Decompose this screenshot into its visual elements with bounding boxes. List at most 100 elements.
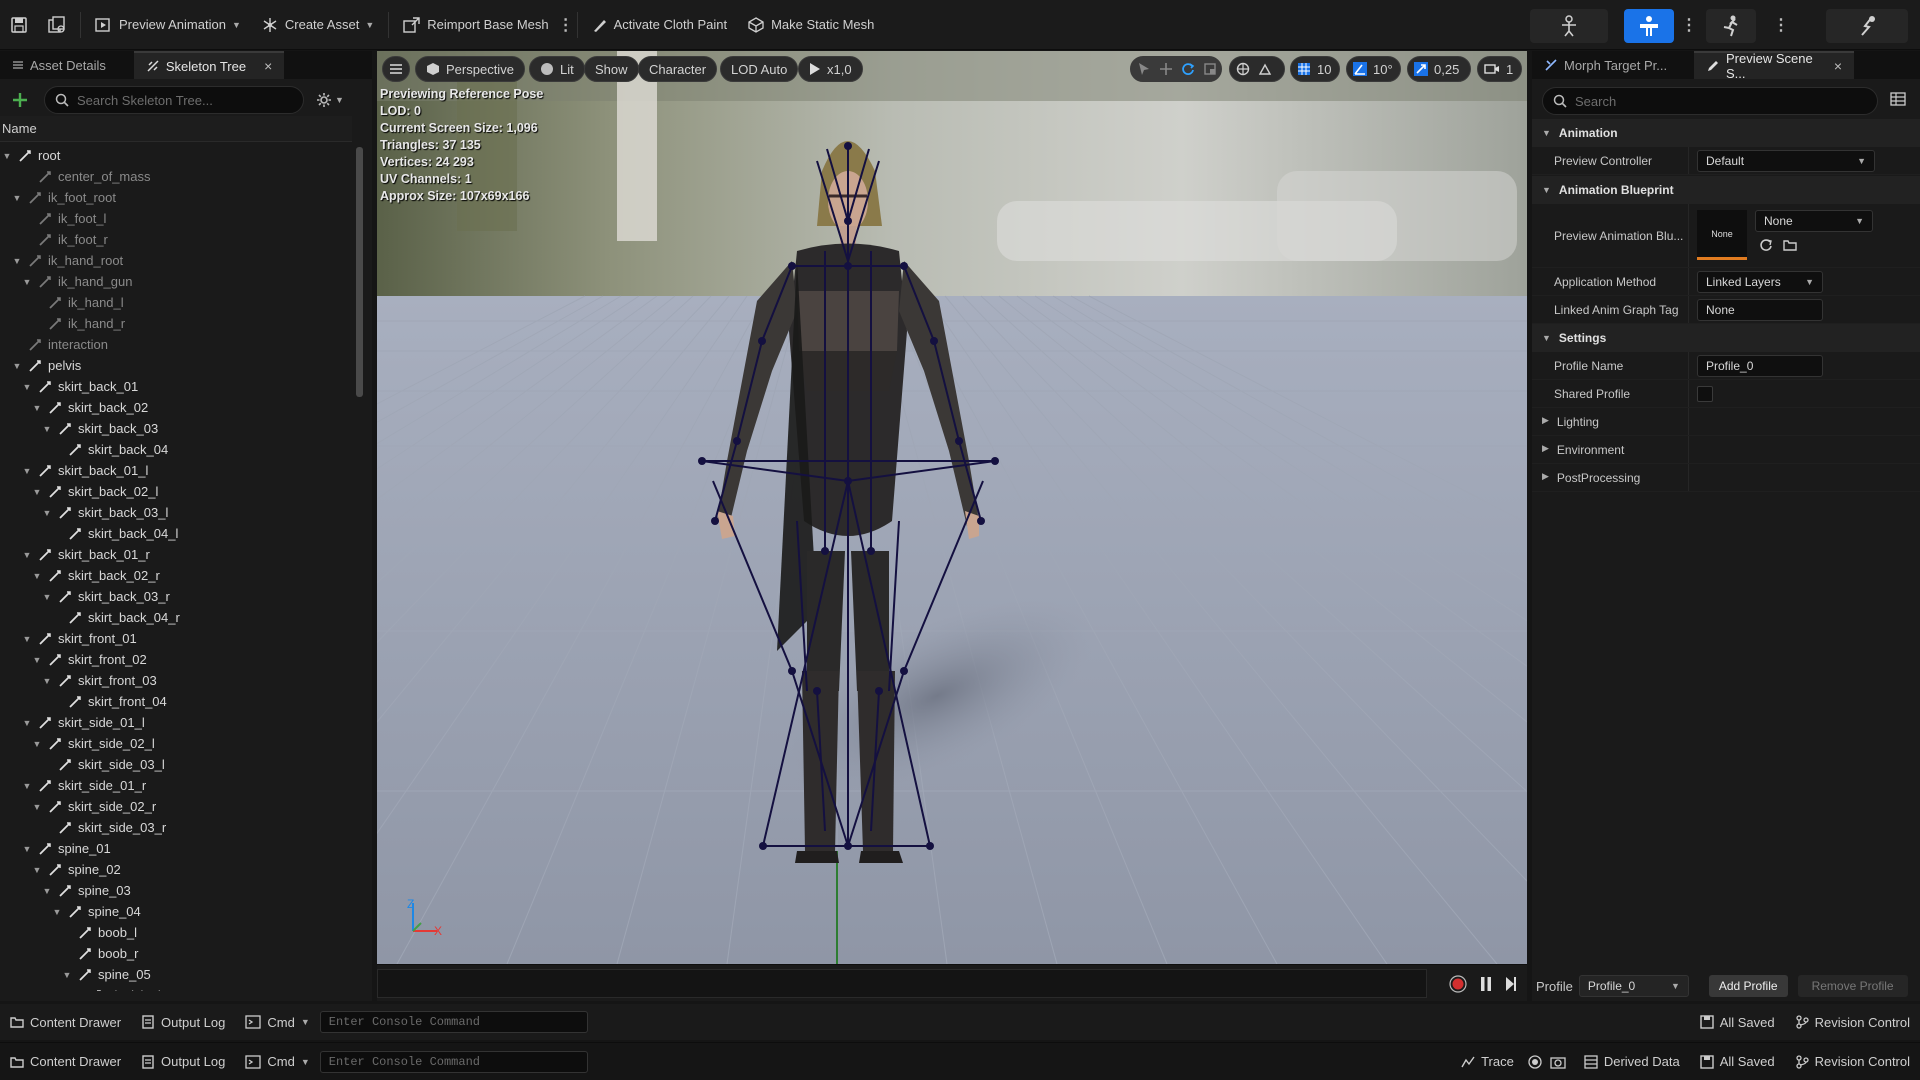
expander-arrow-icon[interactable]: ▼ <box>42 676 52 686</box>
content-drawer-button[interactable]: Content Drawer <box>0 1004 131 1040</box>
more-options-icon[interactable]: ⋮ <box>558 7 574 43</box>
bone-row[interactable]: ▼ ik_hand_root <box>12 250 124 271</box>
preview-viewport[interactable]: Perspective Lit Show Character LOD Auto … <box>377 51 1527 964</box>
rotate-icon[interactable] <box>1181 62 1195 76</box>
bone-row[interactable]: ▼ skirt_front_02 <box>32 649 147 670</box>
mesh-mode-button[interactable] <box>1624 9 1674 43</box>
anim-bp-asset-dropdown[interactable]: None ▼ <box>1755 210 1873 232</box>
bone-row[interactable]: ▼ skirt_side_02_r <box>32 796 157 817</box>
output-log-button[interactable]: Output Log <box>131 1004 235 1040</box>
bone-row[interactable]: skirt_side_03_r <box>42 817 166 838</box>
scale-snap-button[interactable]: 0,25 <box>1407 56 1471 82</box>
bone-row[interactable]: ▼ skirt_back_01_r <box>22 544 150 565</box>
shared-profile-checkbox[interactable] <box>1697 385 1713 402</box>
profile-name-input[interactable]: Profile_0 <box>1697 354 1823 377</box>
bone-row[interactable]: ▼ skirt_side_01_r <box>22 775 147 796</box>
bone-row[interactable]: ▼ pelvis <box>12 355 82 376</box>
expander-arrow-icon[interactable]: ▼ <box>32 802 42 812</box>
bone-row[interactable]: ik_hand_l <box>32 292 124 313</box>
expander-arrow-icon[interactable]: ▼ <box>42 592 52 602</box>
pause-button[interactable] <box>1479 975 1493 993</box>
bone-row[interactable]: ▼ ik_hand_gun <box>22 271 133 292</box>
bone-row[interactable]: ▼ ik_foot_root <box>12 187 116 208</box>
rotation-snap-button[interactable]: 10° <box>1346 56 1401 82</box>
expander-arrow-icon[interactable]: ▼ <box>12 193 22 203</box>
expander-arrow-icon[interactable]: ▼ <box>62 970 72 980</box>
tab-preview-scene-settings[interactable]: Preview Scene S... × <box>1694 51 1854 81</box>
expander-arrow-icon[interactable]: ▼ <box>22 382 32 392</box>
expander-arrow-icon[interactable]: ▼ <box>52 907 62 917</box>
skeleton-mode-button[interactable] <box>1530 9 1608 43</box>
tab-asset-details[interactable]: Asset Details <box>0 51 118 79</box>
output-log-button[interactable]: Output Log <box>131 1043 235 1080</box>
section-settings[interactable]: ▼ Settings <box>1532 324 1920 352</box>
expander-arrow-icon[interactable]: ▼ <box>32 865 42 875</box>
animation-mode-button[interactable] <box>1706 9 1756 43</box>
all-saved-indicator[interactable]: All Saved <box>1690 1004 1785 1040</box>
bone-row[interactable]: skirt_front_04 <box>52 691 167 712</box>
tab-morph-target-preview[interactable]: Morph Target Pr... <box>1532 51 1694 79</box>
expander-arrow-icon[interactable]: ▼ <box>32 571 42 581</box>
row-lighting[interactable]: ▶ Lighting <box>1532 408 1920 436</box>
bone-row[interactable]: ▼ skirt_back_03_l <box>42 502 169 523</box>
application-method-dropdown[interactable]: Linked Layers ▼ <box>1697 270 1823 293</box>
screenshot-icon[interactable] <box>1546 1043 1574 1080</box>
expander-arrow-icon[interactable]: ▼ <box>42 424 52 434</box>
expander-arrow-icon[interactable]: ▼ <box>22 718 32 728</box>
translate-icon[interactable] <box>1159 62 1173 76</box>
bone-row[interactable]: skirt_back_04_l <box>52 523 178 544</box>
row-environment[interactable]: ▶ Environment <box>1532 436 1920 464</box>
tree-settings-button[interactable]: ▼ <box>316 87 354 113</box>
bone-row[interactable]: ▼ root <box>2 145 61 166</box>
bone-row[interactable]: ik_hand_r <box>32 313 125 334</box>
record-button[interactable] <box>1449 975 1467 993</box>
tree-scrollbar[interactable] <box>356 147 363 397</box>
add-bone-button[interactable] <box>6 87 34 113</box>
animation-mode-options-icon[interactable]: ⋮ <box>1773 7 1789 43</box>
expander-arrow-icon[interactable]: ▼ <box>22 781 32 791</box>
timeline-scrubber[interactable] <box>377 969 1427 998</box>
bone-row[interactable]: ▼ skirt_back_03 <box>42 418 159 439</box>
activate-cloth-paint-button[interactable]: Activate Cloth Paint <box>582 7 737 43</box>
expander-arrow-icon[interactable]: ▼ <box>22 550 32 560</box>
bone-row[interactable]: ▼ skirt_back_02_l <box>32 481 159 502</box>
bone-row[interactable]: ▼ skirt_side_01_l <box>22 712 145 733</box>
record-trace-icon[interactable] <box>1524 1043 1546 1080</box>
camera-speed-button[interactable]: 1 <box>1477 56 1522 82</box>
section-animation-blueprint[interactable]: ▼ Animation Blueprint <box>1532 176 1920 204</box>
save-icon[interactable] <box>0 7 38 43</box>
bone-row[interactable]: ▼ skirt_front_01 <box>22 628 137 649</box>
profile-dropdown[interactable]: Profile_0 ▼ <box>1578 975 1689 997</box>
bone-row[interactable]: ik_foot_r <box>22 229 108 250</box>
preview-controller-dropdown[interactable]: Default ▼ <box>1697 149 1875 172</box>
bone-row[interactable]: ▼ spine_01 <box>22 838 111 859</box>
step-forward-button[interactable] <box>1504 975 1518 993</box>
bone-row[interactable]: skirt_back_04_r <box>52 607 180 628</box>
all-saved-indicator[interactable]: All Saved <box>1690 1043 1785 1080</box>
world-space-icon[interactable] <box>1236 62 1250 76</box>
expander-arrow-icon[interactable]: ▼ <box>32 487 42 497</box>
revision-control-button[interactable]: Revision Control <box>1785 1043 1920 1080</box>
lit-button[interactable]: Lit <box>529 56 585 82</box>
add-profile-button[interactable]: Add Profile <box>1708 975 1788 997</box>
expander-arrow-icon[interactable]: ▼ <box>12 361 22 371</box>
scale-icon[interactable] <box>1203 62 1217 76</box>
expander-arrow-icon[interactable]: ▼ <box>32 655 42 665</box>
anim-bp-thumbnail[interactable]: None <box>1697 210 1747 260</box>
bone-row[interactable]: clavicle_l <box>72 985 161 991</box>
bone-row[interactable]: ik_foot_l <box>22 208 106 229</box>
row-postprocessing[interactable]: ▶ PostProcessing <box>1532 464 1920 492</box>
bone-row[interactable]: ▼ skirt_back_02 <box>32 397 149 418</box>
expander-arrow-icon[interactable]: ▼ <box>2 151 12 161</box>
bone-row[interactable]: interaction <box>12 334 108 355</box>
character-button[interactable]: Character <box>638 56 718 82</box>
skeleton-search-input[interactable] <box>77 92 293 108</box>
preview-animation-button[interactable]: Preview Animation ▼ <box>85 7 251 43</box>
console-command-input[interactable]: Enter Console Command <box>319 1011 588 1033</box>
console-command-input[interactable]: Enter Console Command <box>319 1050 588 1073</box>
reimport-base-mesh-button[interactable]: Reimport Base Mesh <box>393 7 558 43</box>
bone-row[interactable]: center_of_mass <box>22 166 151 187</box>
bone-row[interactable]: skirt_side_03_l <box>42 754 165 775</box>
make-static-mesh-button[interactable]: Make Static Mesh <box>737 7 884 43</box>
create-asset-button[interactable]: Create Asset ▼ <box>251 7 384 43</box>
